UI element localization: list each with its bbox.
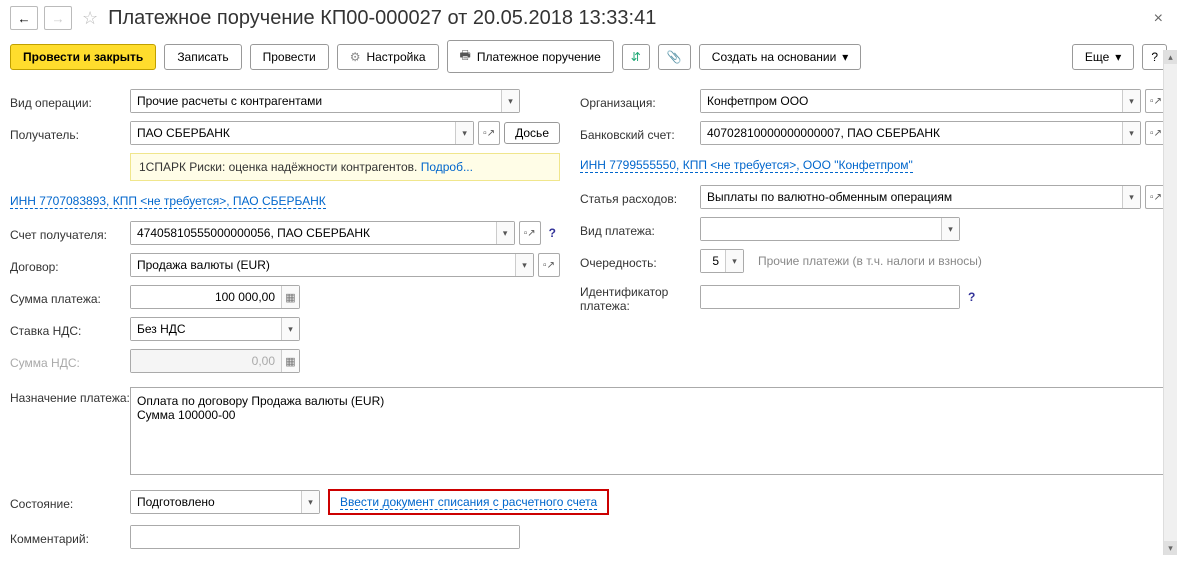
more-button[interactable]: Еще ▾ [1072, 44, 1134, 70]
pay-id-input[interactable] [701, 286, 959, 308]
state-label: Состояние: [10, 493, 130, 511]
highlight-frame: Ввести документ списания с расчетного сч… [328, 489, 609, 515]
spark-details-link[interactable]: Подроб... [421, 160, 473, 174]
chevron-down-icon: ▾ [842, 50, 848, 64]
close-icon[interactable]: × [1154, 10, 1163, 28]
attachments-button[interactable] [658, 44, 691, 70]
expense-label: Статья расходов: [580, 188, 700, 206]
recip-account-label: Счет получателя: [10, 224, 130, 242]
recipient-inn-link[interactable]: ИНН 7707083893, КПП <не требуется>, ПАО … [10, 194, 326, 209]
amount-input[interactable] [131, 286, 281, 308]
bank-acc-input[interactable] [701, 122, 1122, 144]
org-label: Организация: [580, 92, 700, 110]
state-dropdown-button[interactable]: ▾ [301, 491, 319, 513]
vat-sum-calc-button [281, 350, 299, 372]
submit-and-close-button[interactable]: Провести и закрыть [10, 44, 156, 70]
pay-id-help-icon[interactable]: ? [964, 290, 979, 304]
print-icon [460, 46, 471, 67]
contract-dropdown-button[interactable]: ▾ [515, 254, 533, 276]
state-input[interactable] [131, 491, 301, 513]
gear-icon [350, 50, 361, 64]
op-type-label: Вид операции: [10, 92, 130, 110]
pay-id-label: Идентификатор платежа: [580, 281, 700, 314]
save-button[interactable]: Записать [164, 44, 241, 70]
pay-type-dropdown-button[interactable]: ▾ [941, 218, 959, 240]
chevron-down-icon: ▾ [1115, 50, 1121, 64]
expense-input[interactable] [701, 186, 1122, 208]
recipient-dropdown-button[interactable]: ▾ [455, 122, 473, 144]
toolbar: Провести и закрыть Записать Провести Нас… [10, 40, 1167, 73]
comment-input[interactable] [131, 526, 519, 548]
expense-dropdown-button[interactable]: ▾ [1122, 186, 1140, 208]
vat-rate-label: Ставка НДС: [10, 320, 130, 338]
settings-button[interactable]: Настройка [337, 44, 439, 70]
recipient-input[interactable] [131, 122, 455, 144]
vat-sum-input [131, 350, 281, 372]
recip-account-input[interactable] [131, 222, 496, 244]
org-inn-link[interactable]: ИНН 7799555550, КПП <не требуется>, ООО … [580, 158, 913, 173]
calculator-icon [285, 355, 295, 368]
recipient-open-button[interactable]: ▫↗ [478, 121, 500, 145]
contract-input[interactable] [131, 254, 515, 276]
print-payment-button[interactable]: Платежное поручение [447, 40, 614, 73]
page-title: Платежное поручение КП00-000027 от 20.05… [108, 7, 656, 30]
org-input[interactable] [701, 90, 1122, 112]
contract-label: Договор: [10, 256, 130, 274]
recip-account-dropdown-button[interactable]: ▾ [496, 222, 514, 244]
link-icon [631, 50, 641, 64]
favorite-star-icon[interactable]: ☆ [82, 8, 98, 29]
contract-open-button[interactable]: ▫↗ [538, 253, 560, 277]
op-type-input[interactable] [131, 90, 501, 112]
op-type-dropdown-button[interactable]: ▾ [501, 90, 519, 112]
recipient-label: Получатель: [10, 124, 130, 142]
recip-account-help-icon[interactable]: ? [545, 226, 560, 240]
nav-forward-button[interactable]: → [44, 6, 72, 30]
vat-rate-dropdown-button[interactable]: ▾ [281, 318, 299, 340]
amount-calc-button[interactable] [281, 286, 299, 308]
dossier-button[interactable]: Досье [504, 122, 560, 144]
scroll-up-button[interactable]: ▴ [1164, 50, 1177, 64]
purpose-textarea[interactable] [130, 387, 1167, 475]
enter-writeoff-doc-link[interactable]: Ввести документ списания с расчетного сч… [340, 495, 597, 510]
vat-rate-input[interactable] [131, 318, 281, 340]
purpose-label: Назначение платежа: [10, 387, 130, 405]
vat-sum-label: Сумма НДС: [10, 352, 130, 370]
calculator-icon [285, 291, 295, 304]
pay-type-input[interactable] [701, 218, 941, 240]
pay-type-label: Вид платежа: [580, 220, 700, 238]
bank-acc-dropdown-button[interactable]: ▾ [1122, 122, 1140, 144]
comment-label: Комментарий: [10, 528, 130, 546]
structure-button[interactable] [622, 44, 650, 70]
spark-risk-banner: 1СПАРК Риски: оценка надёжности контраге… [130, 153, 560, 181]
bank-acc-label: Банковский счет: [580, 124, 700, 142]
recip-account-open-button[interactable]: ▫↗ [519, 221, 541, 245]
create-based-on-button[interactable]: Создать на основании ▾ [699, 44, 862, 70]
amount-label: Сумма платежа: [10, 288, 130, 306]
priority-input[interactable] [701, 250, 725, 272]
org-dropdown-button[interactable]: ▾ [1122, 90, 1140, 112]
nav-back-button[interactable]: ← [10, 6, 38, 30]
scroll-down-button[interactable]: ▾ [1164, 541, 1177, 555]
priority-note: Прочие платежи (в т.ч. налоги и взносы) [758, 254, 982, 268]
priority-dropdown-button[interactable]: ▾ [725, 250, 743, 272]
priority-label: Очередность: [580, 252, 700, 270]
clip-icon [667, 50, 682, 64]
vertical-scrollbar[interactable]: ▴ ▾ [1163, 50, 1177, 555]
submit-button[interactable]: Провести [250, 44, 329, 70]
